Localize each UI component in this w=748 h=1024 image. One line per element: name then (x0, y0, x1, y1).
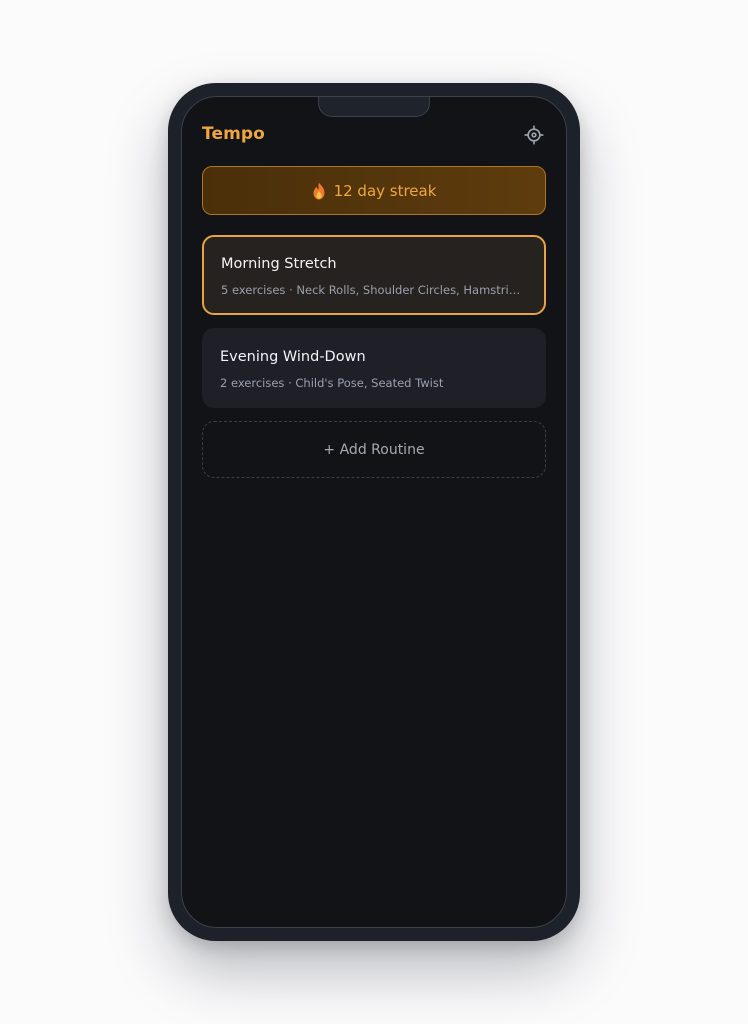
add-routine-button[interactable]: + Add Routine (202, 421, 546, 478)
routine-card-evening-wind-down[interactable]: Evening Wind-Down 2 exercises · Child's … (202, 328, 546, 408)
settings-button[interactable] (522, 123, 546, 147)
device-notch (318, 97, 430, 117)
routine-title: Evening Wind-Down (220, 349, 366, 365)
routine-summary: 5 exercises · Neck Rolls, Shoulder Circl… (221, 283, 527, 297)
add-routine-label: + Add Routine (323, 441, 425, 458)
gear-icon (524, 125, 544, 145)
app-header: Tempo (202, 123, 546, 151)
page-background: Tempo 12 day streak Morning Stretch 5 ex… (0, 0, 748, 1024)
phone-frame: Tempo 12 day streak Morning Stretch 5 ex… (168, 83, 580, 941)
app-title: Tempo (202, 124, 265, 144)
routine-card-morning-stretch[interactable]: Morning Stretch 5 exercises · Neck Rolls… (202, 235, 546, 315)
app-screen: Tempo 12 day streak Morning Stretch 5 ex… (181, 96, 567, 928)
routine-summary: 2 exercises · Child's Pose, Seated Twist (220, 376, 444, 390)
streak-banner: 12 day streak (202, 166, 546, 215)
flame-icon (313, 182, 325, 199)
streak-label: 12 day streak (333, 181, 437, 200)
routine-title: Morning Stretch (221, 256, 337, 272)
